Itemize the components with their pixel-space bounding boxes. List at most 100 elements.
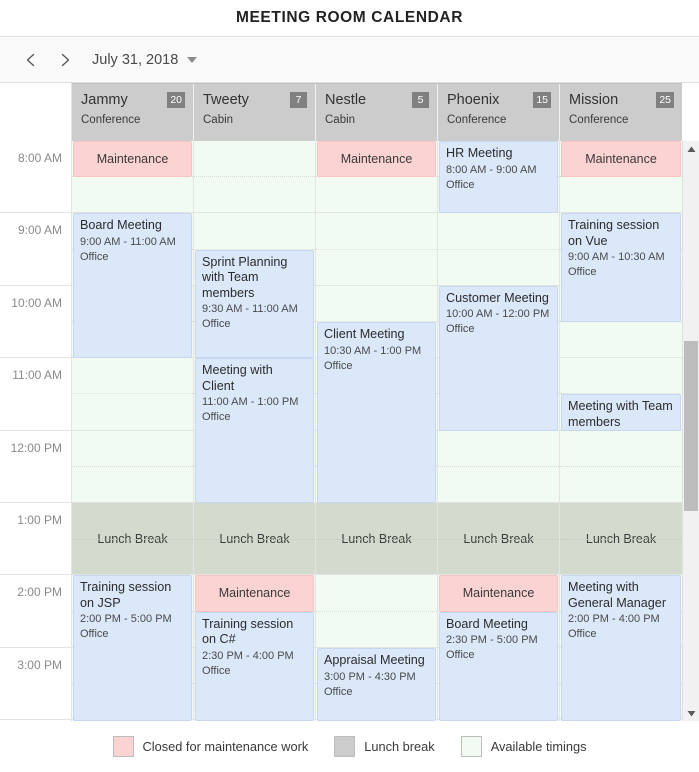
calendar-legend: Closed for maintenance work Lunch break Av… xyxy=(0,721,699,771)
room-type: Conference xyxy=(81,114,141,126)
room-column-phoenix: Lunch Break HR Meeting 8:00 AM - 9:00 AM Of… xyxy=(438,141,560,721)
available-slot[interactable] xyxy=(438,249,559,286)
half-hour-divider xyxy=(560,538,682,540)
half-hour-divider xyxy=(438,538,559,540)
lunch-break-block[interactable]: Lunch Break xyxy=(438,503,559,576)
event-location: Office xyxy=(446,178,475,191)
maintenance-block[interactable]: Maintenance xyxy=(195,575,314,612)
available-slot[interactable] xyxy=(72,177,193,214)
event-block[interactable]: Client Meeting 10:30 AM - 1:00 PM Office xyxy=(317,322,436,503)
room-header-phoenix[interactable]: Phoenix Conference 15 xyxy=(438,84,560,141)
event-title: Appraisal Meeting xyxy=(324,653,425,667)
maintenance-label: Maintenance xyxy=(585,152,657,167)
room-header-row: Jammy Conference 20 Tweety Cabin 7 Nestle Cabin… xyxy=(0,83,699,141)
scrollbar-thumb[interactable] xyxy=(684,341,698,511)
event-block[interactable]: Appraisal Meeting 3:00 PM - 4:30 PM Office xyxy=(317,648,436,721)
maintenance-label: Maintenance xyxy=(462,586,535,601)
half-hour-divider xyxy=(316,538,437,540)
room-header-mission[interactable]: Mission Conference 25 xyxy=(560,84,682,141)
event-block[interactable]: HR Meeting 8:00 AM - 9:00 AM Office xyxy=(439,141,558,214)
lunch-break-block[interactable]: Lunch Break xyxy=(316,503,437,576)
event-location: Office xyxy=(202,318,231,331)
event-block[interactable]: Board Meeting 9:00 AM - 11:00 AM Office xyxy=(73,213,192,359)
scroll-down-arrow-icon[interactable] xyxy=(683,705,699,721)
next-day-button[interactable] xyxy=(48,43,82,77)
available-slot[interactable] xyxy=(72,466,193,503)
available-slot[interactable] xyxy=(316,285,437,322)
event-title: Training session on Vue xyxy=(568,218,660,248)
event-time: 2:00 PM - 4:00 PM xyxy=(568,613,660,626)
room-header-jammy[interactable]: Jammy Conference 20 xyxy=(72,84,194,141)
room-header-tweety[interactable]: Tweety Cabin 7 xyxy=(194,84,316,141)
available-slot[interactable] xyxy=(316,611,437,648)
available-slot[interactable] xyxy=(438,213,559,250)
event-title: Board Meeting xyxy=(80,218,162,233)
event-location: Office xyxy=(80,628,109,641)
maintenance-label: Maintenance xyxy=(340,152,413,167)
time-axis-gutter: 8:00 AM 9:00 AM 10:00 AM 11:00 AM 12:00 PM 1:… xyxy=(0,141,72,721)
chevron-down-icon[interactable] xyxy=(187,56,198,63)
previous-day-button[interactable] xyxy=(14,43,48,77)
event-block[interactable]: Sprint Planning with Team members 9:30 AM… xyxy=(195,249,314,359)
available-slot[interactable] xyxy=(438,466,559,503)
event-time: 9:00 AM - 11:00 AM xyxy=(80,235,176,248)
available-slot[interactable] xyxy=(560,358,682,395)
event-block[interactable]: Meeting with Client 11:00 AM - 1:00 PM Off… xyxy=(195,358,314,503)
room-capacity-badge: 20 xyxy=(167,92,185,108)
available-slot[interactable] xyxy=(194,213,315,250)
room-header-nestle[interactable]: Nestle Cabin 5 xyxy=(316,84,438,141)
maintenance-block[interactable]: Maintenance xyxy=(439,575,558,612)
event-title: Client Meeting xyxy=(324,327,405,341)
available-slot[interactable] xyxy=(316,249,437,286)
event-block[interactable]: Training session on C# 2:30 PM - 4:00 PM O… xyxy=(195,611,314,721)
room-capacity-badge: 15 xyxy=(533,92,551,108)
available-slot[interactable] xyxy=(560,466,682,503)
time-label: 1:00 PM xyxy=(17,512,62,527)
available-slot[interactable] xyxy=(194,141,315,178)
available-slot[interactable] xyxy=(72,430,193,467)
lunch-break-block[interactable]: Lunch Break xyxy=(72,503,193,576)
calendar-grid: 8:00 AM 9:00 AM 10:00 AM 11:00 AM 12:00 PM 1:… xyxy=(0,141,699,721)
legend-color-swatch xyxy=(334,735,356,757)
maintenance-block[interactable]: Maintenance xyxy=(561,141,681,178)
time-label: 12:00 PM xyxy=(10,440,62,455)
legend-label: Lunch break xyxy=(364,738,435,754)
available-slot[interactable] xyxy=(316,213,437,250)
event-block[interactable]: Training session on JSP 2:00 PM - 5:00 PM… xyxy=(73,575,192,721)
event-location: Office xyxy=(202,411,231,424)
page-title: MEETING ROOM CALENDAR xyxy=(235,9,463,26)
available-slot[interactable] xyxy=(560,177,682,214)
room-type: Conference xyxy=(569,114,629,126)
lunch-break-block[interactable]: Lunch Break xyxy=(194,503,315,576)
current-date-label[interactable]: July 31, 2018 xyxy=(92,52,178,68)
event-time: 9:30 AM - 11:00 AM xyxy=(202,303,298,316)
available-slot[interactable] xyxy=(560,430,682,467)
maintenance-block[interactable]: Maintenance xyxy=(317,141,436,178)
event-block[interactable]: Meeting with Team members xyxy=(561,394,681,431)
room-header-cells: Jammy Conference 20 Tweety Cabin 7 Nestle Cabin… xyxy=(72,83,682,141)
scroll-up-arrow-icon[interactable] xyxy=(683,141,699,157)
lunch-break-block[interactable]: Lunch Break xyxy=(560,503,682,576)
available-slot[interactable] xyxy=(72,394,193,431)
room-type: Conference xyxy=(447,114,507,126)
event-block[interactable]: Training session on Vue 9:00 AM - 10:30 A… xyxy=(561,213,681,322)
available-slot[interactable] xyxy=(316,177,437,214)
available-slot[interactable] xyxy=(560,322,682,359)
available-slot[interactable] xyxy=(316,575,437,612)
event-block[interactable]: Customer Meeting 10:00 AM - 12:00 PM Offic… xyxy=(439,285,558,431)
time-slot-label-row: 3:00 PM xyxy=(0,648,71,721)
available-slot[interactable] xyxy=(438,430,559,467)
event-time: 8:00 AM - 9:00 AM xyxy=(446,163,537,176)
available-slot[interactable] xyxy=(194,177,315,214)
available-slot[interactable] xyxy=(72,358,193,395)
event-time: 10:30 AM - 1:00 PM xyxy=(324,344,422,357)
room-column-jammy: Lunch Break Maintenance Board Meeting 9:00 … xyxy=(72,141,194,721)
maintenance-block[interactable]: Maintenance xyxy=(73,141,192,178)
event-block[interactable]: Board Meeting 2:30 PM - 5:00 PM Office xyxy=(439,611,558,721)
event-location: Office xyxy=(568,266,597,279)
event-time: 9:00 AM - 10:30 AM xyxy=(568,251,665,264)
chevron-left-icon xyxy=(26,53,35,66)
calendar-toolbar: July 31, 2018 xyxy=(0,36,699,83)
vertical-scrollbar[interactable] xyxy=(682,141,699,721)
event-block[interactable]: Meeting with General Manager 2:00 PM - 4:… xyxy=(561,575,681,721)
